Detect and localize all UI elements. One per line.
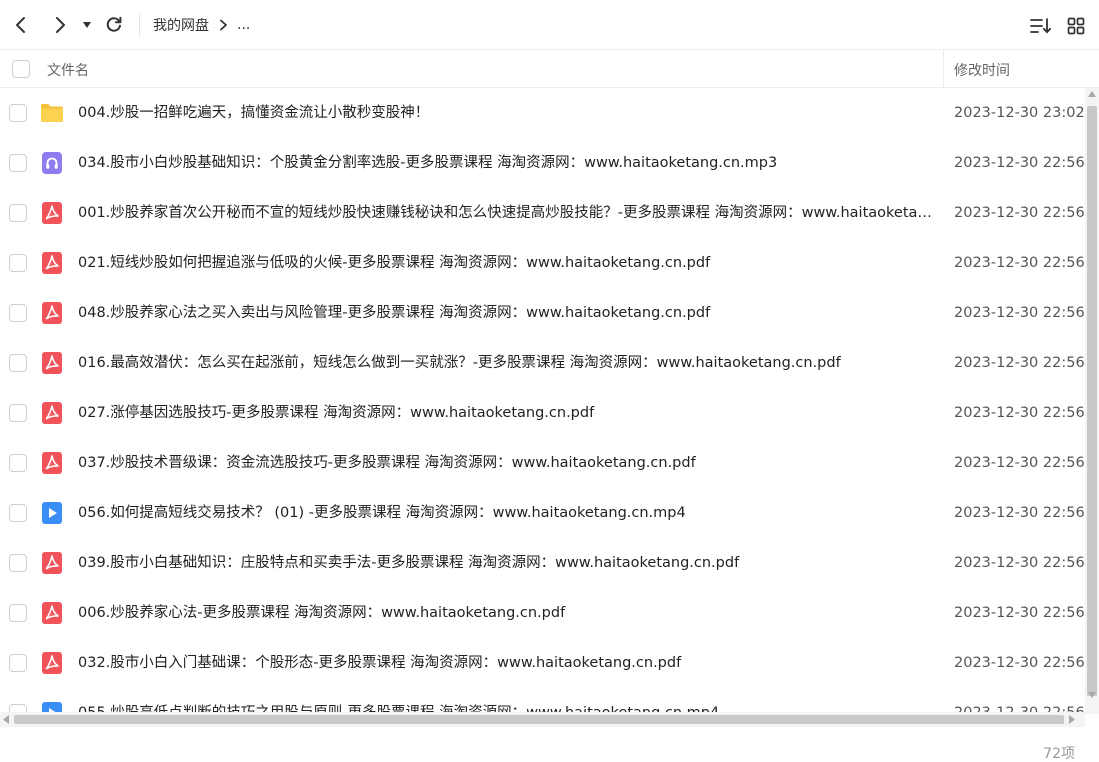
file-row[interactable]: 048.炒股养家心法之买入卖出与风险管理-更多股票课程 海淘资源网：www.ha… xyxy=(0,288,1085,338)
pdf-file-icon xyxy=(40,451,64,475)
file-modified-time: 2023-12-30 22:56 xyxy=(954,555,1085,571)
toolbar: 我的网盘 ... xyxy=(0,0,1099,50)
grid-view-icon xyxy=(1067,17,1085,35)
file-name[interactable]: 037.炒股技术晋级课：资金流选股技巧-更多股票课程 海淘资源网：www.hai… xyxy=(78,452,934,474)
file-name[interactable]: 032.股市小白入门基础课：个股形态-更多股票课程 海淘资源网：www.hait… xyxy=(78,652,934,674)
grid-view-button[interactable] xyxy=(1065,15,1087,37)
row-checkbox[interactable] xyxy=(9,204,27,222)
file-name[interactable]: 021.短线炒股如何把握追涨与低吸的火候-更多股票课程 海淘资源网：www.ha… xyxy=(78,252,934,274)
column-resize-handle[interactable] xyxy=(943,50,944,88)
file-name[interactable]: 056.如何提高短线交易技术？ (01) -更多股票课程 海淘资源网：www.h… xyxy=(78,502,934,524)
scroll-left-arrow-icon[interactable] xyxy=(2,714,10,725)
file-modified-time: 2023-12-30 22:56 xyxy=(954,655,1085,671)
pdf-file-icon xyxy=(40,301,64,325)
row-checkbox[interactable] xyxy=(9,454,27,472)
refresh-button[interactable] xyxy=(101,12,127,38)
scroll-right-arrow-icon[interactable] xyxy=(1068,714,1076,725)
pdf-file-icon xyxy=(40,351,64,375)
file-row[interactable]: 056.如何提高短线交易技术？ (01) -更多股票课程 海淘资源网：www.h… xyxy=(0,488,1085,538)
pdf-file-icon xyxy=(40,251,64,275)
file-name[interactable]: 004.炒股一招鲜吃遍天，搞懂资金流让小散秒变股神！ xyxy=(78,102,934,124)
sort-icon xyxy=(1030,18,1052,34)
row-checkbox[interactable] xyxy=(9,504,27,522)
row-checkbox[interactable] xyxy=(9,254,27,272)
file-name[interactable]: 027.涨停基因选股技巧-更多股票课程 海淘资源网：www.haitaoketa… xyxy=(78,402,934,424)
pdf-file-icon xyxy=(40,201,64,225)
row-checkbox[interactable] xyxy=(9,654,27,672)
breadcrumb-more[interactable]: ... xyxy=(237,17,250,33)
row-checkbox[interactable] xyxy=(9,354,27,372)
file-name[interactable]: 001.炒股养家首次公开秘而不宣的短线炒股快速赚钱秘诀和怎么快速提高炒股技能？-… xyxy=(78,202,934,224)
history-dropdown-button[interactable] xyxy=(76,12,98,38)
file-row[interactable]: 001.炒股养家首次公开秘而不宣的短线炒股快速赚钱秘诀和怎么快速提高炒股技能？-… xyxy=(0,188,1085,238)
chevron-left-icon xyxy=(16,17,25,33)
file-name[interactable]: 016.最高效潜伏：怎么买在起涨前，短线怎么做到一买就涨？-更多股票课程 海淘资… xyxy=(78,352,934,374)
select-all-checkbox[interactable] xyxy=(12,60,30,78)
file-modified-time: 2023-12-30 22:56 xyxy=(954,355,1085,371)
file-row[interactable]: 032.股市小白入门基础课：个股形态-更多股票课程 海淘资源网：www.hait… xyxy=(0,638,1085,688)
file-modified-time: 2023-12-30 22:56 xyxy=(954,255,1085,271)
chevron-right-icon xyxy=(56,17,65,33)
breadcrumb: 我的网盘 ... xyxy=(153,15,250,35)
forward-button[interactable] xyxy=(47,12,73,38)
file-row[interactable]: 021.短线炒股如何把握追涨与低吸的火候-更多股票课程 海淘资源网：www.ha… xyxy=(0,238,1085,288)
file-row[interactable]: 006.炒股养家心法-更多股票课程 海淘资源网：www.haitaoketang… xyxy=(0,588,1085,638)
file-row[interactable]: 034.股市小白炒股基础知识：个股黄金分割率选股-更多股票课程 海淘资源网：ww… xyxy=(0,138,1085,188)
scroll-down-arrow-icon[interactable] xyxy=(1087,691,1097,699)
vertical-scrollbar-thumb[interactable] xyxy=(1087,106,1097,696)
toolbar-divider xyxy=(139,14,140,36)
column-header-name[interactable]: 文件名 xyxy=(47,60,89,80)
video-file-icon xyxy=(40,501,64,525)
row-checkbox[interactable] xyxy=(9,604,27,622)
scroll-up-arrow-icon[interactable] xyxy=(1087,90,1097,98)
file-name[interactable]: 048.炒股养家心法之买入卖出与风险管理-更多股票课程 海淘资源网：www.ha… xyxy=(78,302,934,324)
file-modified-time: 2023-12-30 22:56 xyxy=(954,405,1085,421)
file-name[interactable]: 006.炒股养家心法-更多股票课程 海淘资源网：www.haitaoketang… xyxy=(78,602,934,624)
horizontal-scrollbar[interactable] xyxy=(0,712,1085,727)
column-header-modified-time[interactable]: 修改时间 xyxy=(954,60,1010,80)
pdf-file-icon xyxy=(40,551,64,575)
refresh-icon xyxy=(106,16,122,32)
row-checkbox[interactable] xyxy=(9,104,27,122)
pdf-file-icon xyxy=(40,651,64,675)
list-header: 文件名 修改时间 xyxy=(0,50,1099,88)
file-modified-time: 2023-12-30 23:02 xyxy=(954,105,1085,121)
horizontal-scrollbar-thumb[interactable] xyxy=(14,715,1064,724)
file-row[interactable]: 039.股市小白基础知识：庄股特点和买卖手法-更多股票课程 海淘资源网：www.… xyxy=(0,538,1085,588)
row-checkbox[interactable] xyxy=(9,304,27,322)
file-name[interactable]: 034.股市小白炒股基础知识：个股黄金分割率选股-更多股票课程 海淘资源网：ww… xyxy=(78,152,934,174)
pdf-file-icon xyxy=(40,601,64,625)
file-row[interactable]: 055.炒股高低点判断的技巧之用股与原则-更多股票课程 海淘资源网：www.ha… xyxy=(0,688,1085,714)
file-modified-time: 2023-12-30 22:56 xyxy=(954,305,1085,321)
file-row[interactable]: 004.炒股一招鲜吃遍天，搞懂资金流让小散秒变股神！ 2023-12-30 23:… xyxy=(0,88,1085,138)
file-list: 004.炒股一招鲜吃遍天，搞懂资金流让小散秒变股神！ 2023-12-30 23:… xyxy=(0,88,1085,714)
file-name[interactable]: 039.股市小白基础知识：庄股特点和买卖手法-更多股票课程 海淘资源网：www.… xyxy=(78,552,934,574)
caret-down-icon xyxy=(83,22,91,28)
sort-button[interactable] xyxy=(1030,15,1052,37)
folder-icon xyxy=(40,101,64,125)
item-count: 72项 xyxy=(1043,746,1075,762)
audio-file-icon xyxy=(40,151,64,175)
back-button[interactable] xyxy=(8,12,34,38)
file-modified-time: 2023-12-30 22:56 xyxy=(954,505,1085,521)
file-modified-time: 2023-12-30 22:56 xyxy=(954,155,1085,171)
vertical-scrollbar[interactable] xyxy=(1085,88,1099,714)
breadcrumb-separator-icon xyxy=(219,19,228,31)
row-checkbox[interactable] xyxy=(9,554,27,572)
file-modified-time: 2023-12-30 22:56 xyxy=(954,455,1085,471)
row-checkbox[interactable] xyxy=(9,404,27,422)
file-modified-time: 2023-12-30 22:56 xyxy=(954,205,1085,221)
file-row[interactable]: 037.炒股技术晋级课：资金流选股技巧-更多股票课程 海淘资源网：www.hai… xyxy=(0,438,1085,488)
row-checkbox[interactable] xyxy=(9,154,27,172)
file-modified-time: 2023-12-30 22:56 xyxy=(954,605,1085,621)
file-row[interactable]: 027.涨停基因选股技巧-更多股票课程 海淘资源网：www.haitaoketa… xyxy=(0,388,1085,438)
file-row[interactable]: 016.最高效潜伏：怎么买在起涨前，短线怎么做到一买就涨？-更多股票课程 海淘资… xyxy=(0,338,1085,388)
breadcrumb-root[interactable]: 我的网盘 xyxy=(153,15,209,35)
pdf-file-icon xyxy=(40,401,64,425)
